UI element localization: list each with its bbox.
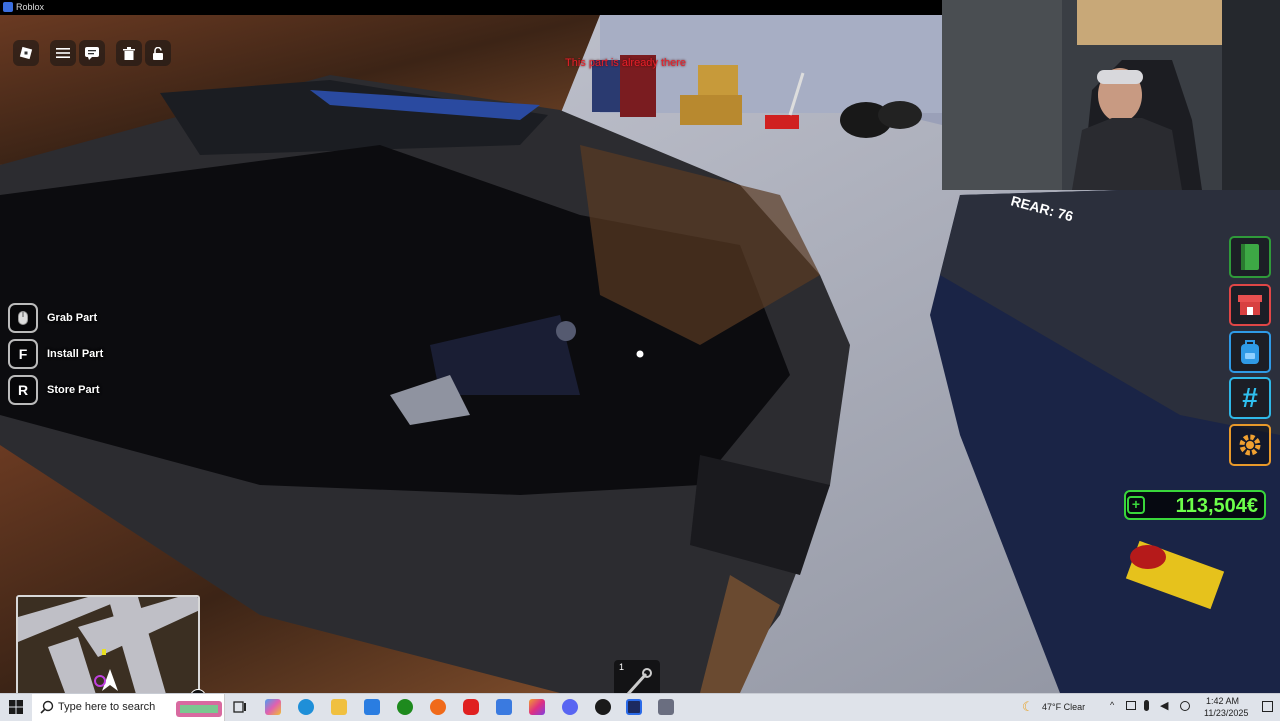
roblox-logo-icon — [19, 46, 33, 60]
notification-icon[interactable] — [1262, 701, 1273, 712]
hint-grab-part: Grab Part — [8, 302, 97, 334]
app-button[interactable] — [430, 699, 446, 715]
webcam-overlay — [942, 0, 1280, 190]
xbox-button[interactable] — [397, 699, 413, 715]
hotbar-slot[interactable]: 1 — [614, 660, 660, 693]
shop-button[interactable] — [1229, 284, 1271, 326]
roblox-logo-icon — [3, 2, 13, 12]
trash-icon — [123, 46, 135, 60]
copilot-button[interactable] — [265, 699, 281, 715]
book-button[interactable] — [1229, 236, 1271, 278]
wrench-icon — [626, 668, 652, 693]
store-button[interactable] — [364, 699, 380, 715]
weather-moon-icon: ☾ — [1022, 699, 1034, 714]
minimap-map — [18, 597, 198, 693]
taskbar: Type here to search ☾ 47°F Clear ^ ◀ 1:4… — [0, 693, 1280, 721]
mail-button[interactable] — [496, 699, 512, 715]
hamburger-menu-button[interactable] — [50, 40, 76, 66]
lawnmower — [765, 115, 799, 129]
youtube-button[interactable] — [463, 699, 479, 715]
battery-icon[interactable] — [1180, 701, 1190, 711]
network-icon[interactable] — [1126, 701, 1136, 710]
status-message: This part is already there — [565, 57, 687, 69]
shop-icon — [1238, 295, 1262, 315]
book-icon — [1241, 244, 1259, 270]
discord-button[interactable] — [562, 699, 578, 715]
hint-label: Grab Part — [47, 312, 98, 324]
search-highlight-image — [176, 701, 222, 717]
system-tray: ☾ 47°F Clear ^ ◀ 1:42 AM 11/23/2025 — [1010, 694, 1280, 721]
hint-store-part: R Store Part — [8, 374, 100, 406]
unlock-icon — [153, 46, 163, 60]
hint-install-part: F Install Part — [8, 338, 103, 370]
windows-icon — [9, 700, 23, 714]
hashtag-button[interactable]: # — [1229, 377, 1271, 419]
cardboard-box — [680, 95, 742, 125]
game-taskbar-button[interactable] — [658, 699, 674, 715]
obs-button[interactable] — [595, 699, 611, 715]
lock-button[interactable] — [145, 40, 171, 66]
instagram-button[interactable] — [529, 699, 545, 715]
taskbar-search[interactable]: Type here to search — [32, 694, 225, 721]
trash-button[interactable] — [116, 40, 142, 66]
speaker-icon[interactable]: ◀ — [1160, 699, 1168, 712]
search-placeholder: Type here to search — [58, 701, 156, 713]
search-icon — [40, 700, 54, 714]
gear-icon — [1239, 434, 1261, 456]
clock-time[interactable]: 1:42 AM — [1206, 696, 1239, 706]
hint-key-mouse — [8, 303, 38, 333]
hamburger-icon — [56, 48, 70, 58]
mouse-icon — [18, 311, 28, 325]
hint-label: Store Part — [47, 384, 100, 396]
clock-date[interactable]: 11/23/2025 — [1204, 708, 1248, 718]
roblox-menu-button[interactable] — [13, 40, 39, 66]
hint-key: F — [8, 339, 38, 369]
weather-text[interactable]: 47°F Clear — [1042, 702, 1085, 712]
hint-key: R — [8, 375, 38, 405]
add-currency-button[interactable]: + — [1127, 496, 1145, 514]
hashtag-icon: # — [1242, 382, 1258, 413]
currency-amount: 113,504€ — [1175, 495, 1258, 517]
backpack-icon — [1241, 340, 1259, 364]
chat-button[interactable] — [79, 40, 105, 66]
task-view-icon — [233, 701, 246, 713]
hint-label: Install Part — [47, 348, 104, 360]
task-view-button[interactable] — [232, 699, 248, 715]
file-explorer-button[interactable] — [331, 699, 347, 715]
start-button[interactable] — [8, 699, 24, 715]
settings-button[interactable] — [1229, 424, 1271, 466]
edge-button[interactable] — [298, 699, 314, 715]
microphone-icon[interactable] — [1144, 700, 1149, 711]
cardboard-box — [698, 65, 738, 95]
webcam-feed — [942, 0, 1280, 190]
backpack-button[interactable] — [1229, 331, 1271, 373]
chevron-up-icon[interactable]: ^ — [1110, 700, 1114, 710]
minimap[interactable] — [16, 595, 200, 693]
currency-display: + 113,504€ — [1124, 490, 1266, 520]
roblox-taskbar-button[interactable] — [626, 699, 642, 715]
chat-icon — [85, 46, 99, 60]
window-title: Roblox — [16, 2, 45, 12]
crosshair-dot — [636, 350, 644, 358]
